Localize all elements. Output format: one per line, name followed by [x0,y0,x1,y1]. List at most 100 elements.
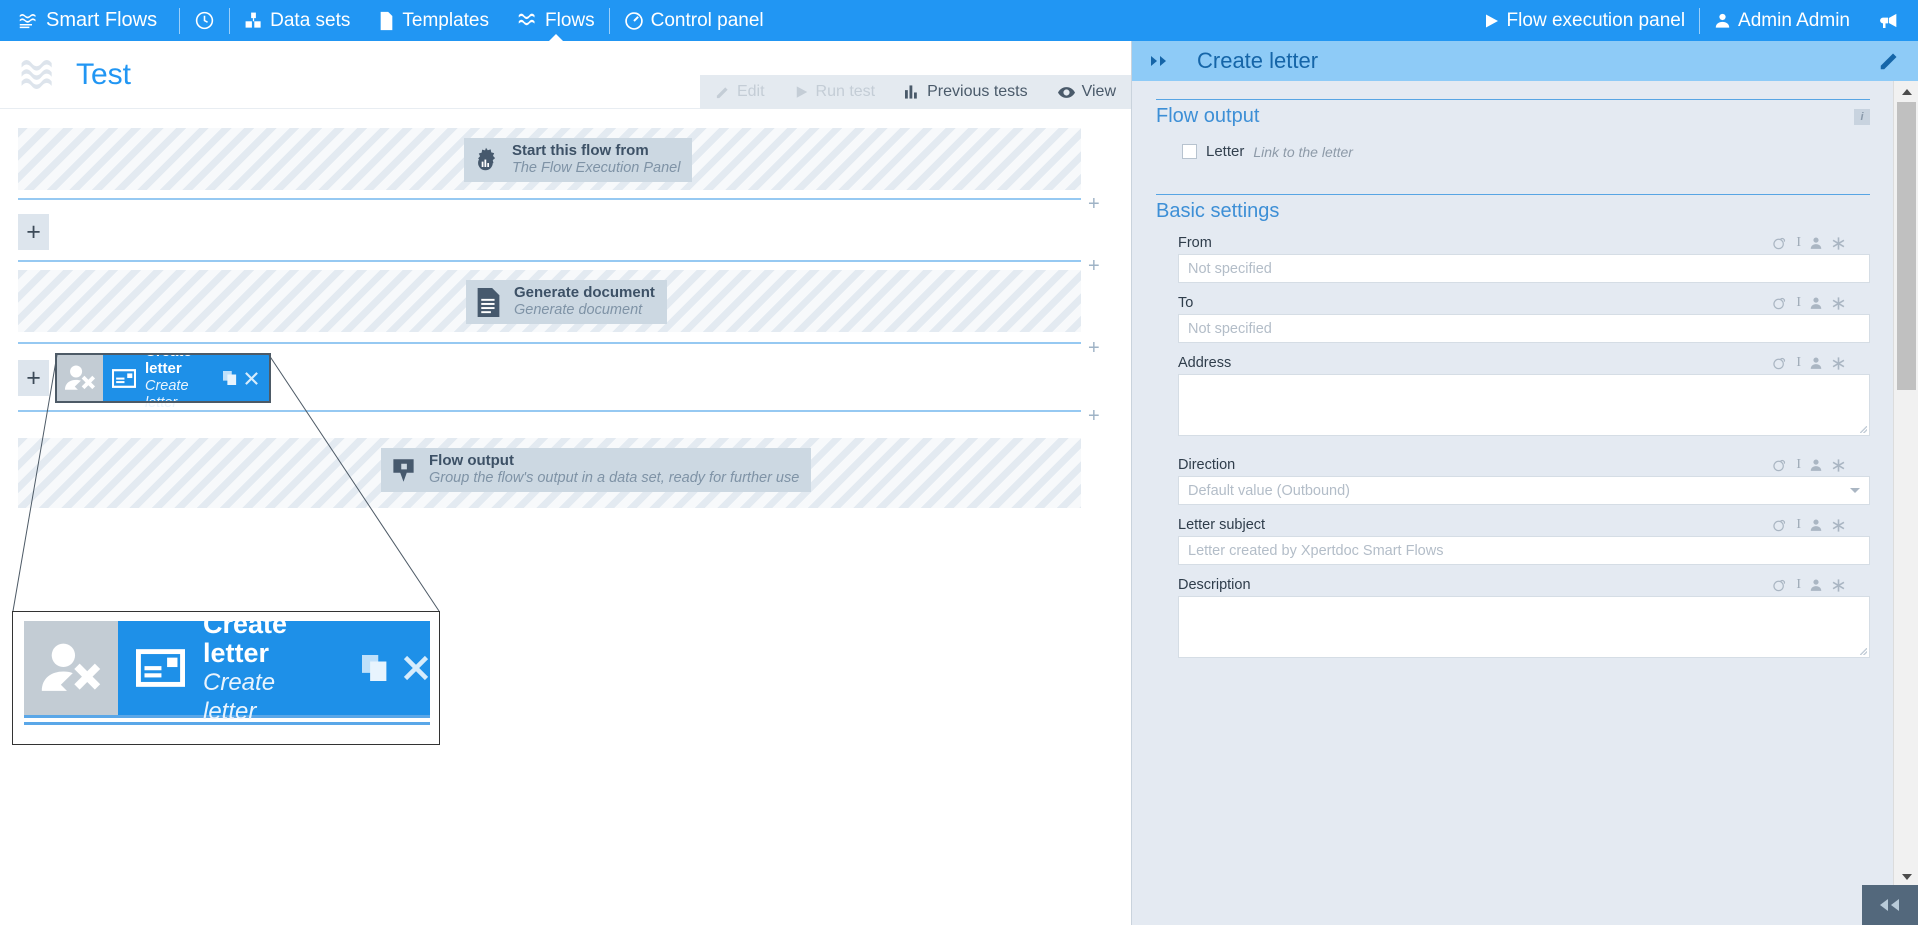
properties-panel-scrollbar[interactable] [1893,81,1918,887]
user-icon[interactable] [1809,236,1823,250]
field-direction: Direction I Default value (Outbound) [1156,454,1870,505]
scrollbar-thumb[interactable] [1897,102,1916,390]
add-step-inline-button[interactable]: + [1088,194,1100,214]
waves-icon [18,10,39,31]
flow-header: Test Edit Run test Previous tests View [0,41,1131,109]
flow-canvas: Start this flow from The Flow Execution … [0,110,1131,925]
address-textarea[interactable] [1178,374,1870,436]
pencil-icon[interactable] [1878,50,1900,72]
user-icon[interactable] [1809,356,1823,370]
add-step-button-2[interactable]: + [18,360,49,396]
close-icon[interactable] [402,654,430,682]
nav-item-templates[interactable]: Templates [364,0,503,41]
triangle-down-icon [1901,873,1912,880]
flow-node-flow-output[interactable]: Flow output Group the flow's output in a… [381,448,812,492]
flow-output-letter-row[interactable]: Letter Link to the letter [1156,137,1870,164]
copy-icon[interactable] [223,371,237,385]
add-step-inline-button[interactable]: + [1088,338,1100,358]
bar-chart-icon [905,85,920,99]
asterisk-icon[interactable] [1831,578,1846,593]
properties-panel-body: Flow output i Letter Link to the letter … [1132,81,1894,887]
letter-subject-input[interactable]: Letter created by Xpertdoc Smart Flows [1178,536,1870,565]
page-title: Test [76,57,132,91]
italic-I-icon[interactable]: I [1796,295,1801,311]
italic-I-icon[interactable]: I [1796,577,1801,593]
flow-node-text: Flow output Group the flow's output in a… [425,452,800,487]
asterisk-icon[interactable] [1831,356,1846,371]
run-test-button[interactable]: Run test [780,75,891,109]
flow-node-subtitle: Create letter [145,377,189,411]
user-icon[interactable] [1809,296,1823,310]
description-textarea[interactable] [1178,596,1870,658]
nav-item-data-sets[interactable]: Data sets [230,0,364,41]
nav-brand-smart-flows[interactable]: Smart Flows [0,0,179,41]
triangle-up-icon [1901,88,1912,95]
megaphone-icon [1878,12,1898,29]
link-icon[interactable] [1773,458,1788,473]
nav-user-label: Admin Admin [1738,9,1850,31]
info-icon[interactable]: i [1854,108,1870,125]
properties-panel-header: Create letter [1132,41,1918,81]
field-label: Letter subject [1178,517,1266,533]
link-icon[interactable] [1773,518,1788,533]
flow-node-create-letter[interactable]: Create letter Create letter [55,343,271,411]
panel-collapse-button[interactable] [1862,885,1918,925]
italic-I-icon[interactable]: I [1796,457,1801,473]
flow-node-title: Flow output [429,452,514,470]
nav-item-label: Flows [545,9,595,31]
section-header: Flow output i [1156,99,1870,128]
flow-node-generate-document[interactable]: Generate document Generate document [466,280,667,324]
to-input[interactable]: Not specified [1178,314,1870,343]
field-label: Direction [1178,457,1236,473]
magnified-flow-node-create-letter[interactable]: Create letter Create letter [24,609,430,725]
user-icon[interactable] [1809,578,1823,592]
user-icon[interactable] [1809,458,1823,472]
magnified-node-subtitle: Create letter [203,668,276,725]
copy-icon[interactable] [362,655,388,681]
properties-panel-title: Create letter [1197,48,1319,73]
scroll-up-button[interactable] [1894,81,1918,102]
letter-checkbox[interactable] [1182,144,1197,159]
nav-flow-execution-panel[interactable]: Flow execution panel [1470,0,1700,41]
double-chevron-left-icon [1876,897,1904,913]
section-basic-settings: Basic settings From I Not specified To I… [1156,194,1870,658]
link-icon[interactable] [1773,236,1788,251]
previous-tests-button[interactable]: Previous tests [890,75,1042,109]
user-icon[interactable] [1809,518,1823,532]
flow-node-start[interactable]: Start this flow from The Flow Execution … [464,138,693,182]
view-button[interactable]: View [1043,75,1131,109]
field-icon-group: I [1773,457,1870,473]
add-step-button-1[interactable]: + [18,214,49,250]
flow-node-subtitle: Group the flow's output in a data set, r… [429,469,800,486]
eye-icon [1057,86,1075,99]
nav-item-flows[interactable]: Flows [503,0,609,41]
asterisk-icon[interactable] [1831,458,1846,473]
link-icon[interactable] [1773,296,1788,311]
flow-node-actions [223,371,259,386]
edit-button[interactable]: Edit [700,75,780,109]
close-icon[interactable] [244,371,259,386]
flow-node-title: Generate document [514,284,655,302]
double-chevron-right-icon[interactable] [1150,54,1172,68]
italic-I-icon[interactable]: I [1796,355,1801,371]
chevron-down-icon [1850,488,1860,493]
scroll-down-button[interactable] [1894,866,1918,887]
link-icon[interactable] [1773,356,1788,371]
nav-clock-button[interactable] [180,0,229,41]
flow-row-divider [18,410,1081,412]
asterisk-icon[interactable] [1831,236,1846,251]
field-icon-group: I [1773,517,1870,533]
italic-I-icon[interactable]: I [1796,235,1801,251]
from-input[interactable]: Not specified [1178,254,1870,283]
italic-I-icon[interactable]: I [1796,517,1801,533]
link-icon[interactable] [1773,578,1788,593]
add-step-inline-button[interactable]: + [1088,406,1100,426]
nav-announcements-button[interactable] [1864,0,1918,41]
nav-user-menu[interactable]: Admin Admin [1700,0,1864,41]
add-step-inline-button[interactable]: + [1088,256,1100,276]
field-icon-group: I [1773,235,1870,251]
nav-item-control-panel[interactable]: Control panel [610,0,778,41]
asterisk-icon[interactable] [1831,518,1846,533]
direction-select[interactable]: Default value (Outbound) [1178,476,1870,505]
asterisk-icon[interactable] [1831,296,1846,311]
